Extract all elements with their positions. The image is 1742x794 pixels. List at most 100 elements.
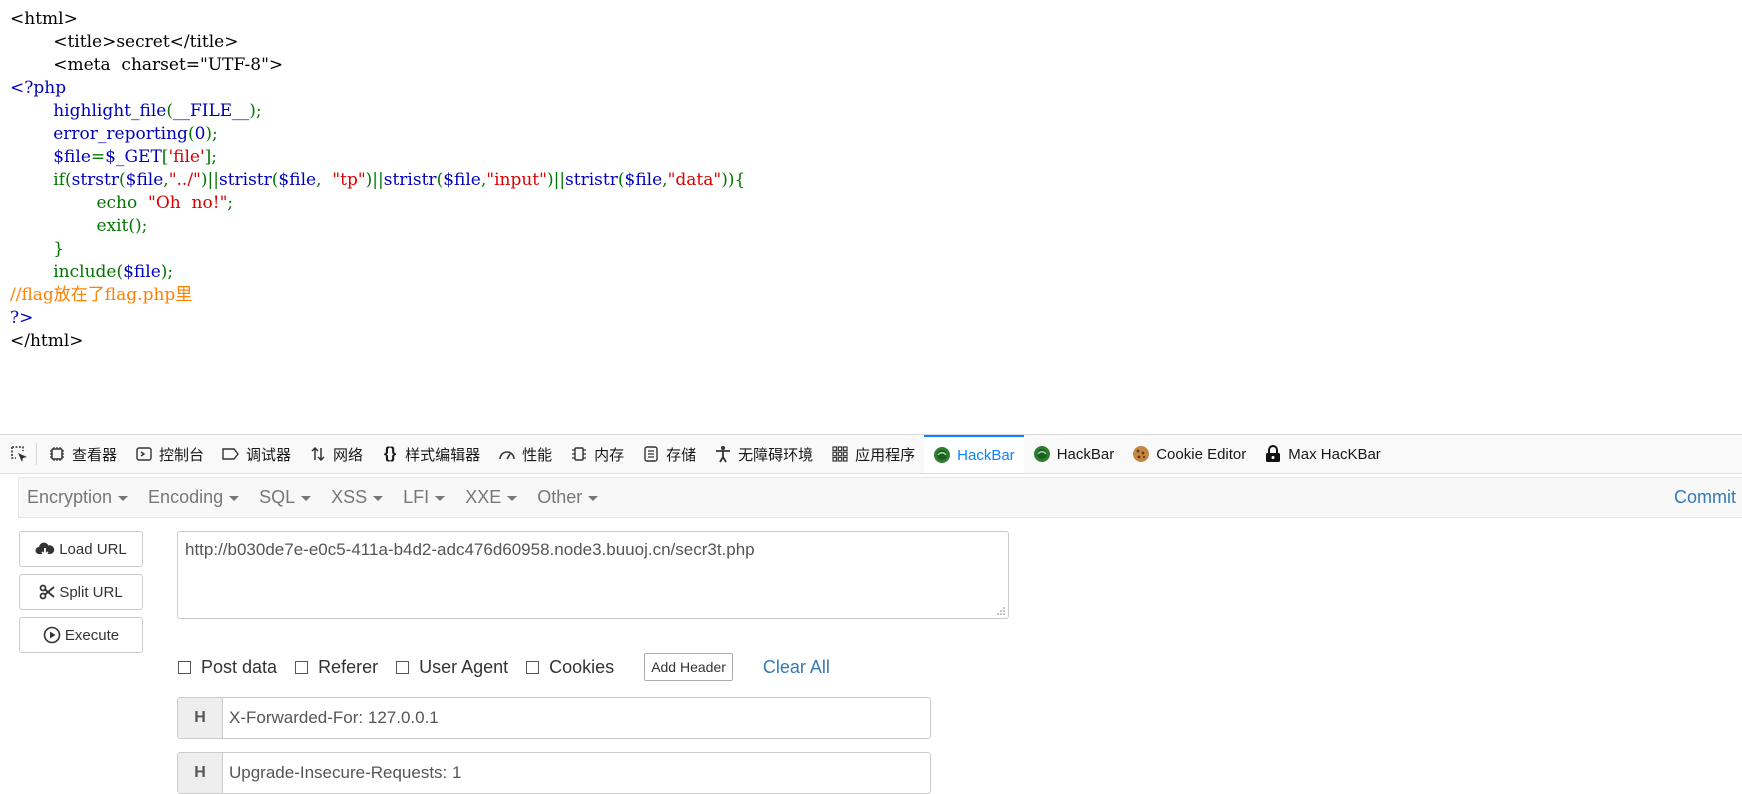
tab-memory[interactable]: 内存 <box>561 435 633 473</box>
paren: ( <box>166 101 173 121</box>
code-line-1: <html> <box>10 8 745 31</box>
caret-down-icon <box>373 496 384 501</box>
filter-string-input: "input" <box>486 170 547 190</box>
tab-inspector[interactable]: 查看器 <box>39 435 126 473</box>
menu-label: XXE <box>465 487 502 507</box>
code-line-2: <title>secret</title> <box>10 31 745 54</box>
referer-option[interactable]: Referer <box>295 657 378 678</box>
tab-max-hackbar[interactable]: Max HacKBar <box>1255 435 1390 473</box>
echo-string: "Oh no!" <box>148 193 228 213</box>
tab-debugger[interactable]: 调试器 <box>213 435 300 473</box>
header-input[interactable]: Upgrade-Insecure-Requests: 1 <box>223 753 461 793</box>
user-agent-checkbox[interactable] <box>396 660 410 674</box>
commit-button[interactable]: Commit <box>1674 478 1736 517</box>
tab-performance[interactable]: 性能 <box>489 435 561 473</box>
caret-down-icon <box>435 496 446 501</box>
html-open-tag: <html> <box>10 9 78 29</box>
code-line-13: //flag放在了flag.php里 <box>10 284 745 307</box>
load-url-button[interactable]: Load URL <box>19 531 143 567</box>
cookies-checkbox[interactable] <box>526 660 540 674</box>
code-line-9: echo "Oh no!"; <box>10 192 745 215</box>
cloud-download-icon <box>35 541 55 557</box>
menu-sql[interactable]: SQL <box>251 487 323 508</box>
file-variable: $file <box>53 147 91 167</box>
tab-accessibility[interactable]: 无障碍环境 <box>705 435 822 473</box>
or-op: )|| <box>365 170 384 190</box>
php-open-tag: <?php <box>10 78 67 98</box>
split-url-label: Split URL <box>59 583 123 601</box>
code-line-3: <meta charset="UTF-8"> <box>10 54 745 77</box>
menu-other[interactable]: Other <box>529 487 610 508</box>
file-variable: $file <box>443 170 481 190</box>
tab-label: 内存 <box>594 446 625 464</box>
user-agent-option[interactable]: User Agent <box>396 657 508 678</box>
paren-close: ); <box>205 124 218 144</box>
element-picker-icon[interactable] <box>8 443 30 465</box>
tab-application[interactable]: 应用程序 <box>822 435 924 473</box>
lock-icon <box>1264 445 1282 463</box>
devtools-panel: 查看器 控制台 调试器 网络 {} 样式编辑器 性能 内存 存储 无障碍环境 应… <box>0 434 1742 794</box>
tab-storage[interactable]: 存储 <box>633 435 705 473</box>
error-reporting-call: error_reporting <box>53 124 188 144</box>
tab-label: HackBar <box>1056 445 1115 463</box>
resize-grip-icon[interactable] <box>996 606 1006 616</box>
bracket-close: ]; <box>204 147 217 167</box>
cookies-label: Cookies <box>549 656 615 677</box>
caret-down-icon <box>507 496 518 501</box>
console-icon <box>135 445 153 463</box>
flag-comment: //flag放在了flag.php里 <box>10 285 193 305</box>
tab-style-editor[interactable]: {} 样式编辑器 <box>372 435 489 473</box>
user-agent-label: User Agent <box>419 656 509 677</box>
caret-down-icon <box>301 496 312 501</box>
tab-label: 控制台 <box>159 446 205 464</box>
tab-label: 应用程序 <box>855 446 916 464</box>
filter-string-data: "data" <box>667 170 722 190</box>
split-url-button[interactable]: Split URL <box>19 574 143 610</box>
header-input[interactable]: X-Forwarded-For: 127.0.0.1 <box>223 698 439 738</box>
post-data-checkbox[interactable] <box>178 660 191 674</box>
referer-label: Referer <box>318 656 379 677</box>
url-textarea[interactable]: http://b030de7e-e0c5-411a-b4d2-adc476d60… <box>177 531 1009 619</box>
scissors-icon <box>39 584 55 600</box>
menu-label: SQL <box>259 487 296 507</box>
tab-console[interactable]: 控制台 <box>126 435 213 473</box>
tab-label: 样式编辑器 <box>405 446 481 464</box>
meta-tag: <meta charset="UTF-8"> <box>53 55 284 75</box>
tab-hackbar[interactable]: HackBar <box>1024 435 1124 473</box>
stristr-call: stristr <box>565 170 618 190</box>
file-variable: $file <box>624 170 663 190</box>
tab-hackbar-active[interactable]: HackBar <box>924 435 1024 473</box>
post-data-label: Post data <box>201 656 278 677</box>
execute-button[interactable]: Execute <box>19 617 143 653</box>
tab-network[interactable]: 网络 <box>300 435 372 473</box>
exit-call: exit(); <box>96 216 148 236</box>
or-op: )|| <box>546 170 566 190</box>
storage-icon <box>642 445 660 463</box>
paren: ( <box>118 170 126 190</box>
post-data-option[interactable]: Post data <box>178 657 277 678</box>
code-line-10: exit(); <box>10 215 745 238</box>
referer-checkbox[interactable] <box>295 660 309 674</box>
performance-icon <box>498 445 516 463</box>
code-line-12: include($file); <box>10 261 745 284</box>
menu-xss[interactable]: XSS <box>323 487 395 508</box>
tab-cookie-editor[interactable]: Cookie Editor <box>1123 435 1255 473</box>
cookies-option[interactable]: Cookies <box>526 657 614 678</box>
code-line-4: <?php <box>10 77 745 100</box>
url-value: http://b030de7e-e0c5-411a-b4d2-adc476d60… <box>185 540 755 559</box>
brace-close: } <box>53 239 65 259</box>
clear-all-link[interactable]: Clear All <box>763 657 830 678</box>
stristr-call: stristr <box>218 170 272 190</box>
menu-label: LFI <box>403 487 430 507</box>
or-op: )|| <box>200 170 219 190</box>
menu-encoding[interactable]: Encoding <box>140 487 251 508</box>
php-source-view: <html> <title>secret</title> <meta chars… <box>10 8 745 353</box>
code-line-15: </html> <box>10 330 745 353</box>
title-tag: <title>secret</title> <box>53 32 239 52</box>
add-header-button[interactable]: Add Header <box>644 653 733 681</box>
menu-xxe[interactable]: XXE <box>457 487 529 508</box>
file-constant: __FILE__ <box>172 101 250 121</box>
menu-encryption[interactable]: Encryption <box>19 487 140 508</box>
menu-lfi[interactable]: LFI <box>395 487 457 508</box>
if-keyword: if( <box>53 170 72 190</box>
